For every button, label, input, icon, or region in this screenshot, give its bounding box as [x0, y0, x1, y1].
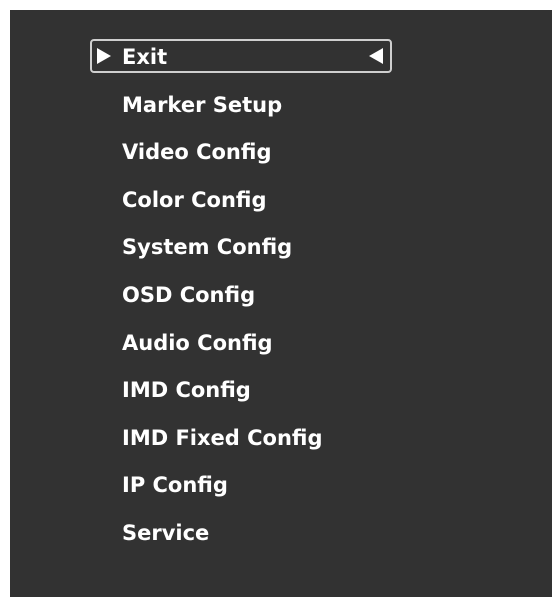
menu-item-label: IP Config	[122, 473, 228, 498]
menu-item-label: IMD Fixed Config	[122, 425, 323, 450]
menu-item-video-config[interactable]: Video Config	[90, 134, 392, 182]
osd-menu-panel: Exit Marker Setup Video Config Color Con…	[10, 10, 552, 597]
menu-item-service[interactable]: Service	[90, 515, 392, 563]
menu-item-label: Marker Setup	[122, 92, 283, 117]
menu-item-system-config[interactable]: System Config	[90, 229, 392, 277]
menu-item-label: OSD Config	[122, 282, 256, 307]
menu-item-label: IMD Config	[122, 378, 251, 403]
triangle-left-icon	[369, 48, 383, 64]
menu-item-label: Color Config	[122, 187, 267, 212]
menu-item-marker-setup[interactable]: Marker Setup	[90, 87, 392, 135]
menu-item-label: Audio Config	[122, 330, 273, 355]
menu-item-color-config[interactable]: Color Config	[90, 182, 392, 230]
main-menu: Exit Marker Setup Video Config Color Con…	[90, 39, 392, 563]
menu-item-label: Exit	[122, 45, 168, 69]
menu-item-label: System Config	[122, 235, 293, 260]
menu-item-audio-config[interactable]: Audio Config	[90, 325, 392, 373]
triangle-right-icon	[97, 48, 111, 64]
menu-item-osd-config[interactable]: OSD Config	[90, 277, 392, 325]
menu-item-label: Video Config	[122, 140, 272, 165]
menu-item-label: Service	[122, 520, 210, 545]
menu-item-imd-config[interactable]: IMD Config	[90, 372, 392, 420]
menu-item-ip-config[interactable]: IP Config	[90, 467, 392, 515]
menu-item-exit[interactable]: Exit	[90, 39, 392, 87]
menu-item-imd-fixed-config[interactable]: IMD Fixed Config	[90, 420, 392, 468]
